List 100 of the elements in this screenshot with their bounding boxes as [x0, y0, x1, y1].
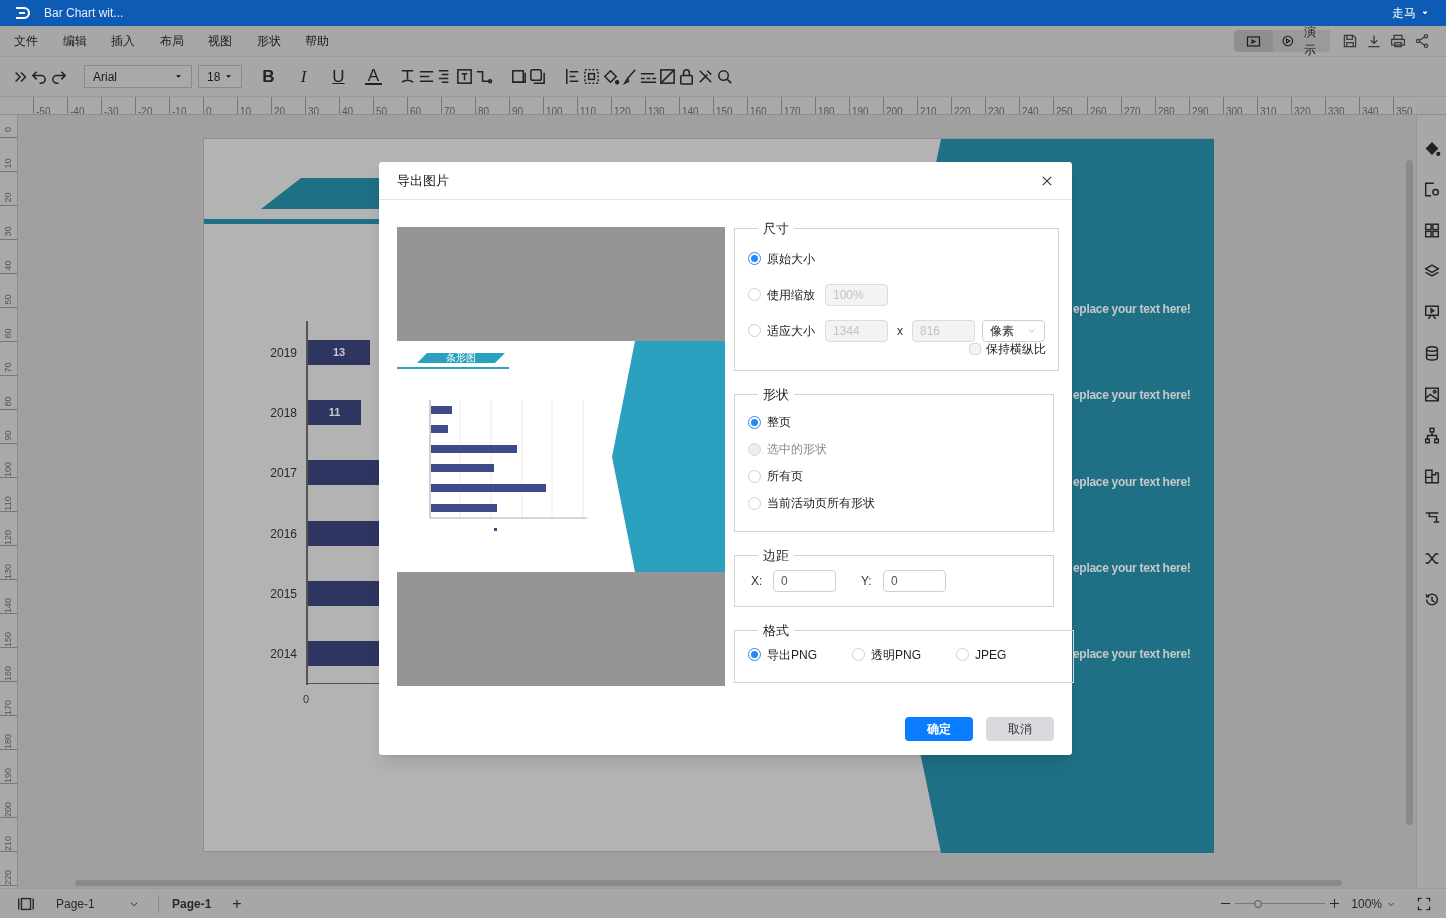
- category-label: 2015: [270, 585, 297, 603]
- ruler-label: 130: [4, 564, 13, 579]
- menu-item[interactable]: 编辑: [62, 32, 112, 50]
- ruler-label: 40: [4, 260, 13, 271]
- option-label: 整页: [767, 414, 791, 431]
- search-icon[interactable]: [715, 67, 734, 86]
- radio-button[interactable]: [748, 288, 761, 301]
- page-select[interactable]: Page-1: [56, 894, 140, 913]
- section-legend: 边距: [758, 546, 794, 566]
- radio-button[interactable]: [852, 648, 865, 661]
- ruler-label: 50: [4, 294, 13, 305]
- chart-bar: [308, 520, 380, 546]
- ruler-label: 140: [4, 598, 13, 613]
- menu-item[interactable]: 文件: [14, 32, 63, 50]
- zoom-in-icon[interactable]: [1328, 897, 1342, 910]
- format-button[interactable]: A: [365, 68, 382, 85]
- format-button[interactable]: U: [330, 63, 347, 90]
- print-button[interactable]: [1389, 33, 1406, 49]
- radio-button[interactable]: [748, 496, 761, 510]
- user-menu[interactable]: 走马: [1392, 4, 1430, 22]
- radio-button[interactable]: [956, 648, 969, 661]
- menu-item[interactable]: 插入: [111, 32, 160, 50]
- save-icon: [1341, 33, 1358, 49]
- radio-button[interactable]: [748, 324, 761, 337]
- ruler-label: 90: [4, 430, 13, 441]
- ruler-label: 170: [4, 700, 13, 715]
- option-label: 使用缩放: [767, 286, 816, 304]
- section-legend: 格式: [758, 621, 794, 641]
- unit-select[interactable]: 像素: [982, 319, 1045, 342]
- placeholder-text: eplace your text here!: [1073, 559, 1191, 577]
- radio-button[interactable]: [748, 469, 761, 483]
- category-label: 2014: [270, 646, 297, 663]
- axis-label: 0: [303, 692, 310, 707]
- bring-front-icon[interactable]: [509, 67, 528, 86]
- image-icon[interactable]: [1422, 385, 1441, 404]
- radio-button[interactable]: [748, 648, 761, 661]
- chart-bar: [308, 460, 380, 486]
- checkbox-label: 保持横纵比: [986, 340, 1046, 358]
- category-label: 2016: [270, 525, 297, 543]
- download-icon: [1365, 33, 1382, 49]
- ruler-label: 160: [4, 666, 13, 681]
- cancel-button[interactable]: 取消: [986, 717, 1054, 741]
- text-box-icon[interactable]: [455, 67, 474, 86]
- download-button[interactable]: [1365, 33, 1382, 49]
- caret-icon: [174, 72, 183, 81]
- save-button[interactable]: [1341, 33, 1358, 49]
- floor-plan-icon[interactable]: [1422, 467, 1441, 486]
- ruler-label: 100: [4, 462, 13, 477]
- ruler-label: 180: [4, 734, 13, 749]
- shadow-icon[interactable]: [528, 67, 547, 86]
- radio-button[interactable]: [748, 415, 761, 429]
- menu-item[interactable]: 视图: [208, 32, 257, 50]
- font-select[interactable]: Arial: [84, 65, 192, 88]
- grid-icon[interactable]: [1422, 221, 1441, 240]
- ok-button[interactable]: 确定: [905, 717, 973, 741]
- placeholder-text: eplace your text here!: [1073, 387, 1191, 405]
- page-tab[interactable]: Page-1: [172, 894, 212, 913]
- radio-button[interactable]: [748, 252, 761, 265]
- ruler-label: 120: [4, 530, 13, 545]
- fullscreen-icon[interactable]: [1416, 895, 1432, 912]
- option-label: 选中的形状: [767, 441, 827, 458]
- checkbox[interactable]: [969, 342, 981, 355]
- share-button[interactable]: [1413, 33, 1430, 49]
- section-legend: 形状: [758, 385, 794, 405]
- section-legend: 尺寸: [758, 219, 794, 239]
- option-label: 适应大小: [767, 322, 816, 340]
- ruler-label: 10: [4, 158, 13, 169]
- format-button[interactable]: B: [260, 63, 277, 90]
- menu-item[interactable]: 帮助: [305, 32, 354, 50]
- zoom-slider[interactable]: [1235, 898, 1326, 909]
- font-size-select[interactable]: 18: [198, 65, 242, 88]
- org-chart-icon[interactable]: [1422, 426, 1441, 445]
- category-label: 2018: [270, 405, 297, 423]
- ruler-label: 30: [4, 226, 13, 237]
- dialog-title: 导出图片: [397, 171, 449, 190]
- lock-icon[interactable]: [677, 67, 696, 86]
- ruler-label: 210: [4, 836, 13, 851]
- ruler-label: 0: [4, 127, 13, 132]
- presentation-icon[interactable]: [1422, 303, 1441, 322]
- page-settings-icon[interactable]: [1422, 180, 1441, 199]
- fill-icon[interactable]: [601, 67, 620, 86]
- add-page-button[interactable]: +: [232, 891, 242, 916]
- margin-x-field[interactable]: 0: [773, 569, 836, 592]
- tools-icon[interactable]: [696, 67, 715, 86]
- play-icon: [1280, 34, 1295, 48]
- margin-y-field[interactable]: 0: [883, 569, 946, 592]
- ruler-label: 200: [4, 802, 13, 817]
- group-icon[interactable]: [582, 67, 601, 86]
- ruler-label: 20: [4, 192, 13, 203]
- no-fill-icon[interactable]: [658, 67, 677, 86]
- category-label: 2019: [270, 345, 297, 362]
- zoom-select[interactable]: 100%: [1351, 894, 1396, 913]
- menu-item[interactable]: 形状: [256, 32, 306, 50]
- ruler-label: 190: [4, 768, 13, 783]
- brush-icon[interactable]: [620, 67, 639, 86]
- share-icon: [1413, 33, 1430, 49]
- menu-item[interactable]: 布局: [159, 32, 209, 50]
- ruler-label: 60: [4, 328, 13, 339]
- option-label: JPEG: [975, 646, 1007, 664]
- format-button[interactable]: I: [295, 63, 312, 90]
